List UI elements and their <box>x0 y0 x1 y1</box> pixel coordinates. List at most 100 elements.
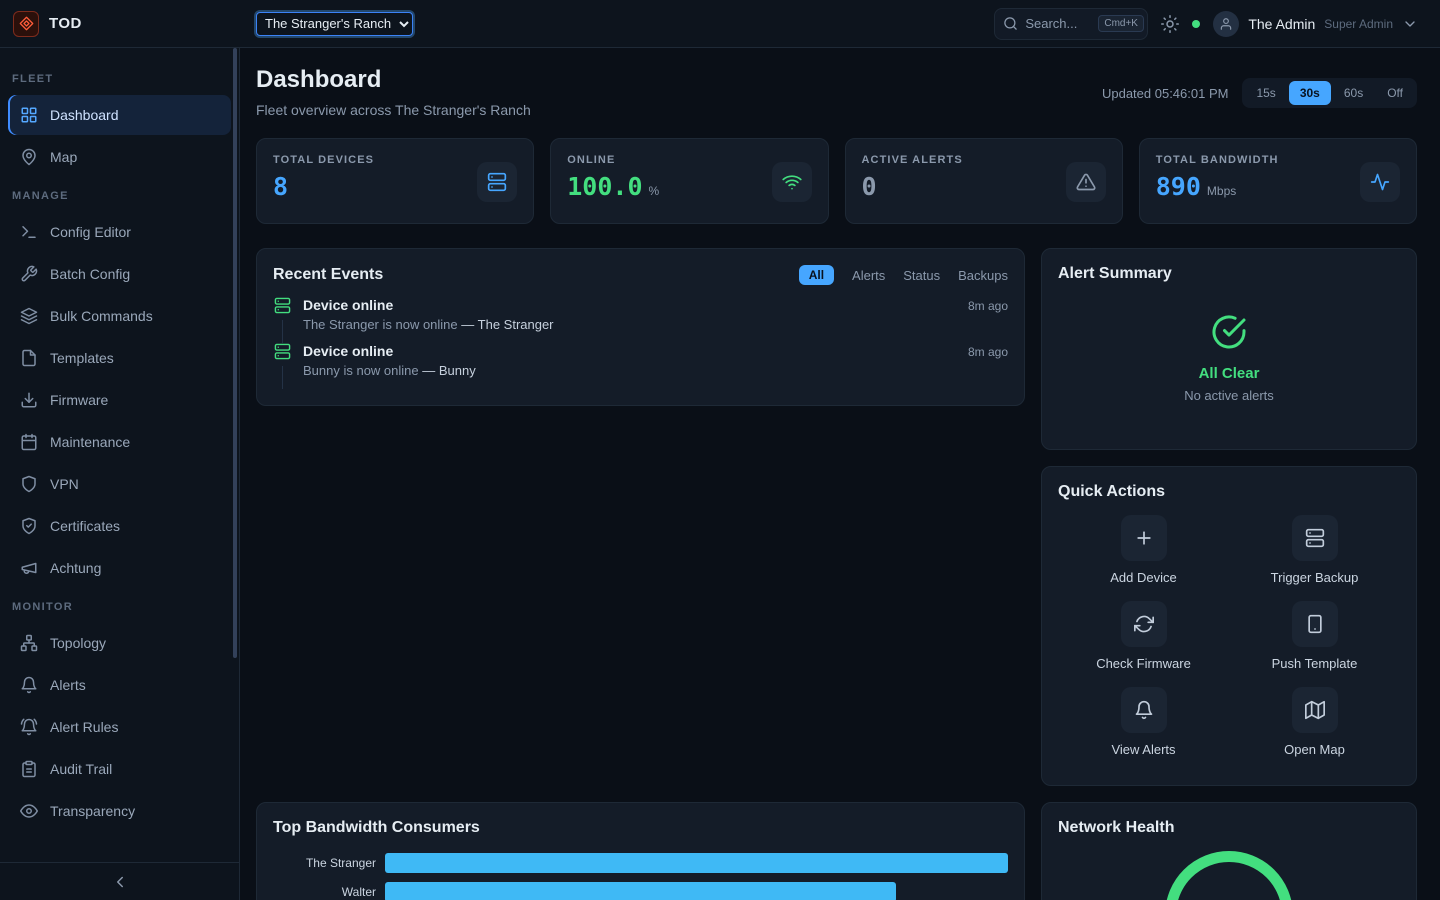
shield-icon <box>20 475 38 493</box>
search-icon <box>1003 16 1018 31</box>
stat-card-total-devices: TOTAL DEVICES8 <box>256 138 534 224</box>
user-icon <box>1219 17 1233 31</box>
sidebar-item-label: Audit Trail <box>50 761 112 777</box>
calendar-icon <box>20 433 38 451</box>
quick-action-label: Check Firmware <box>1096 656 1191 671</box>
dashboard-grid: Recent Events All Alerts Status Backups Dev… <box>256 248 1417 900</box>
alert-summary-status: All Clear <box>1199 365 1260 382</box>
alert-summary-body: All Clear No active alerts <box>1058 283 1400 433</box>
megaphone-icon <box>20 559 38 577</box>
event-item[interactable]: Device online8m agoBunny is now online —… <box>273 343 1008 389</box>
theme-toggle-sun-icon[interactable] <box>1161 15 1179 33</box>
sidebar-item-label: Dashboard <box>50 107 119 123</box>
quick-action-push-template-button[interactable]: Push Template <box>1229 601 1400 671</box>
sidebar-item-vpn[interactable]: VPN <box>8 464 231 504</box>
map-icon <box>1292 687 1338 733</box>
sidebar: FLEETDashboardMapMANAGEConfig EditorBatc… <box>0 48 240 900</box>
refresh-60s-button[interactable]: 60s <box>1333 81 1374 105</box>
shell: FLEETDashboardMapMANAGEConfig EditorBatc… <box>0 48 1440 900</box>
bandwidth-bar-row: The Stranger <box>273 853 1008 873</box>
server-icon <box>477 162 517 202</box>
quick-actions-title: Quick Actions <box>1058 483 1165 500</box>
sidebar-item-firmware[interactable]: Firmware <box>8 380 231 420</box>
activity-icon <box>1360 162 1400 202</box>
chevron-left-icon <box>111 873 129 891</box>
quick-action-trigger-backup-button[interactable]: Trigger Backup <box>1229 515 1400 585</box>
page-header-right: Updated 05:46:01 PM 15s30s60sOff <box>1102 78 1417 108</box>
event-time: 8m ago <box>968 345 1008 359</box>
event-icon-column <box>273 343 291 389</box>
events-list: Device online8m agoThe Stranger is now o… <box>273 297 1008 389</box>
stat-unit: Mbps <box>1207 184 1236 198</box>
bandwidth-bar-track <box>385 882 1008 900</box>
sidebar-item-label: Firmware <box>50 392 108 408</box>
download-icon <box>20 391 38 409</box>
sidebar-item-alert-rules[interactable]: Alert Rules <box>8 707 231 747</box>
events-filter-tabs: All Alerts Status Backups <box>799 265 1008 285</box>
recent-events-card: Recent Events All Alerts Status Backups Dev… <box>256 248 1025 406</box>
quick-action-add-device-button[interactable]: Add Device <box>1058 515 1229 585</box>
connection-status-dot <box>1192 20 1200 28</box>
sidebar-nav: FLEETDashboardMapMANAGEConfig EditorBatc… <box>0 48 239 862</box>
sidebar-item-dashboard[interactable]: Dashboard <box>8 95 231 135</box>
server-icon <box>274 343 291 363</box>
chevron-down-icon[interactable] <box>1402 16 1418 32</box>
sidebar-item-label: Templates <box>50 350 114 366</box>
sidebar-item-topology[interactable]: Topology <box>8 623 231 663</box>
quick-action-label: Trigger Backup <box>1271 570 1359 585</box>
events-tab-all[interactable]: All <box>799 265 834 285</box>
bell-icon <box>1121 687 1167 733</box>
refresh-30s-button[interactable]: 30s <box>1289 81 1331 105</box>
event-time: 8m ago <box>968 299 1008 313</box>
search-input[interactable] <box>1025 16 1091 31</box>
sidebar-item-batch-config[interactable]: Batch Config <box>8 254 231 294</box>
refresh-interval-segmented-control: 15s30s60sOff <box>1242 78 1417 108</box>
quick-action-label: View Alerts <box>1111 742 1175 757</box>
recent-events-title: Recent Events <box>273 266 383 284</box>
event-detail: The Stranger is now online — The Strange… <box>303 317 1008 332</box>
quick-action-view-alerts-button[interactable]: View Alerts <box>1058 687 1229 757</box>
sidebar-item-config-editor[interactable]: Config Editor <box>8 212 231 252</box>
quick-action-open-map-button[interactable]: Open Map <box>1229 687 1400 757</box>
alert-summary-card: Alert Summary All Clear No active alerts <box>1041 248 1417 450</box>
main-content: Dashboard Fleet overview across The Stra… <box>240 48 1440 900</box>
refresh-icon <box>1121 601 1167 647</box>
user-menu[interactable]: The Admin Super Admin <box>1213 11 1418 37</box>
sidebar-scrollbar[interactable] <box>233 48 237 658</box>
bandwidth-bar-row: Walter <box>273 882 1008 900</box>
refresh-15s-button[interactable]: 15s <box>1245 81 1286 105</box>
sidebar-item-map[interactable]: Map <box>8 137 231 177</box>
sidebar-item-label: Achtung <box>50 560 101 576</box>
page-title: Dashboard <box>256 66 531 94</box>
sidebar-item-bulk-commands[interactable]: Bulk Commands <box>8 296 231 336</box>
server-icon <box>1292 515 1338 561</box>
bell-ring-icon <box>20 718 38 736</box>
fleet-select[interactable]: The Stranger's Ranch <box>256 12 413 36</box>
event-device: — Bunny <box>422 363 475 378</box>
events-tab-status[interactable]: Status <box>903 268 940 283</box>
events-tab-backups[interactable]: Backups <box>958 268 1008 283</box>
event-timeline-line <box>282 366 283 389</box>
shield-check-icon <box>20 517 38 535</box>
sidebar-item-templates[interactable]: Templates <box>8 338 231 378</box>
sidebar-item-certificates[interactable]: Certificates <box>8 506 231 546</box>
sidebar-item-transparency[interactable]: Transparency <box>8 791 231 831</box>
refresh-off-button[interactable]: Off <box>1376 81 1414 105</box>
sidebar-item-achtung[interactable]: Achtung <box>8 548 231 588</box>
bandwidth-bar <box>385 882 896 900</box>
events-tab-alerts[interactable]: Alerts <box>852 268 885 283</box>
sidebar-item-audit-trail[interactable]: Audit Trail <box>8 749 231 789</box>
sidebar-collapse-button[interactable] <box>0 862 239 900</box>
sidebar-item-alerts[interactable]: Alerts <box>8 665 231 705</box>
event-icon-column <box>273 297 291 343</box>
sidebar-item-maintenance[interactable]: Maintenance <box>8 422 231 462</box>
bell-icon <box>20 676 38 694</box>
alert-summary-detail: No active alerts <box>1184 388 1274 403</box>
stat-card-active-alerts: ACTIVE ALERTS0 <box>845 138 1123 224</box>
plus-icon <box>1121 515 1167 561</box>
quick-action-check-firmware-button[interactable]: Check Firmware <box>1058 601 1229 671</box>
event-item[interactable]: Device online8m agoThe Stranger is now o… <box>273 297 1008 343</box>
avatar[interactable] <box>1213 11 1239 37</box>
sidebar-section-label-fleet: FLEET <box>0 62 239 93</box>
search-box[interactable]: Cmd+K <box>994 8 1148 40</box>
